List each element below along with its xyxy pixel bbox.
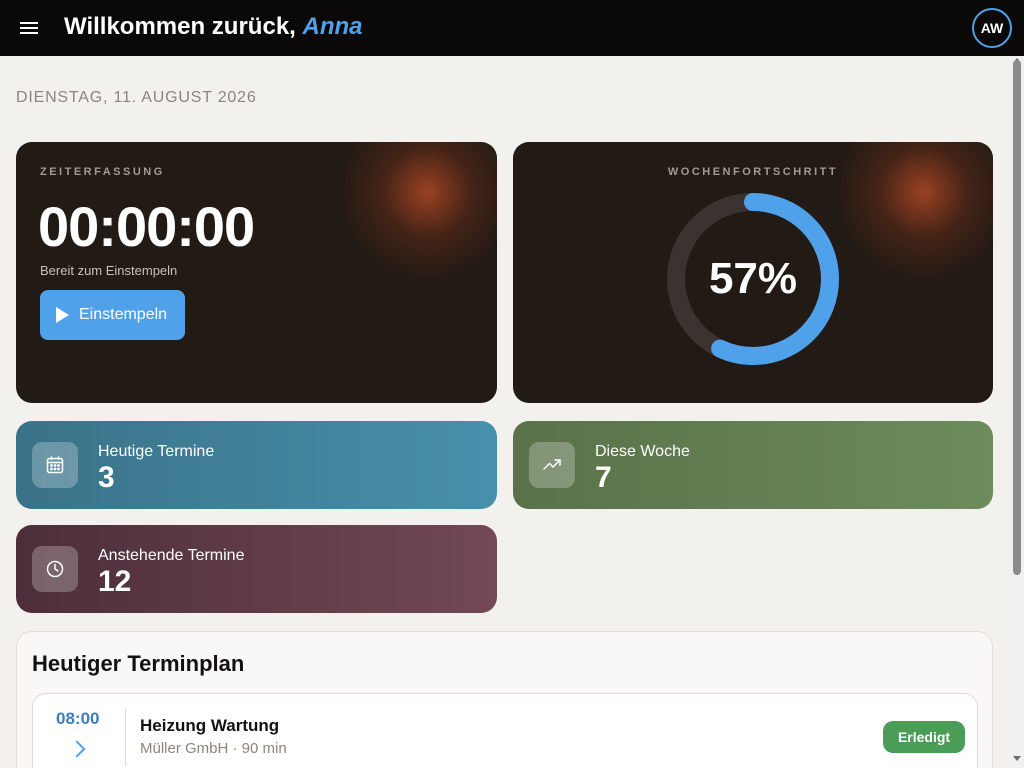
progress-percent: 57% [708, 254, 798, 303]
top-bar: Willkommen zurück, Anna AW [0, 0, 1024, 56]
divider [125, 708, 126, 766]
play-icon [56, 307, 69, 323]
card-glow [833, 142, 993, 282]
stat-title: Heutige Termine [98, 443, 215, 460]
scrollbar-thumb[interactable] [1013, 60, 1021, 575]
stat-title: Diese Woche [595, 443, 690, 460]
greeting: Willkommen zurück, Anna [64, 13, 363, 41]
stat-value: 7 [595, 461, 612, 494]
schedule-section: Heutiger Terminplan 08:00 Heizung Wartun… [16, 631, 993, 768]
calendar-icon [32, 442, 78, 488]
scroll-down-arrow-icon[interactable] [1013, 756, 1021, 761]
schedule-title: Heutiger Terminplan [32, 651, 245, 676]
weekly-progress-label: WOCHENFORTSCHRITT [667, 166, 839, 178]
appointment-subtitle: Müller GmbH · 90 min [140, 740, 287, 757]
weekly-progress-card: WOCHENFORTSCHRITT 57% [513, 142, 993, 403]
scrollbar[interactable] [1010, 56, 1024, 768]
time-tracking-card: ZEITERFASSUNG 00:00:00 Bereit zum Einste… [16, 142, 497, 403]
stat-title: Anstehende Termine [98, 547, 245, 564]
stat-card-week[interactable]: Diese Woche 7 [513, 421, 993, 509]
date-label: DIENSTAG, 11. AUGUST 2026 [16, 89, 257, 106]
stat-card-today[interactable]: Heutige Termine 3 [16, 421, 497, 509]
stat-value: 3 [98, 461, 115, 494]
timer-status: Bereit zum Einstempeln [40, 263, 178, 278]
card-glow [337, 142, 497, 282]
chevron-right-icon[interactable] [68, 740, 86, 758]
timer-value: 00:00:00 [38, 195, 255, 258]
user-name: Anna [302, 13, 363, 40]
trending-up-icon [529, 442, 575, 488]
clock-icon [32, 546, 78, 592]
status-badge: Erledigt [883, 721, 965, 753]
menu-icon[interactable] [20, 19, 40, 37]
appointment-time: 08:00 [56, 709, 100, 728]
time-tracking-label: ZEITERFASSUNG [40, 166, 165, 178]
stat-value: 12 [98, 565, 132, 598]
clock-in-button[interactable]: Einstempeln [40, 290, 185, 340]
appointment-item[interactable]: 08:00 Heizung Wartung Müller GmbH · 90 m… [32, 693, 978, 768]
greeting-prefix: Willkommen zurück, [64, 13, 296, 40]
appointment-title: Heizung Wartung [140, 716, 280, 735]
clock-in-label: Einstempeln [79, 306, 168, 323]
stat-card-upcoming[interactable]: Anstehende Termine 12 [16, 525, 497, 613]
avatar[interactable]: AW [972, 8, 1012, 48]
